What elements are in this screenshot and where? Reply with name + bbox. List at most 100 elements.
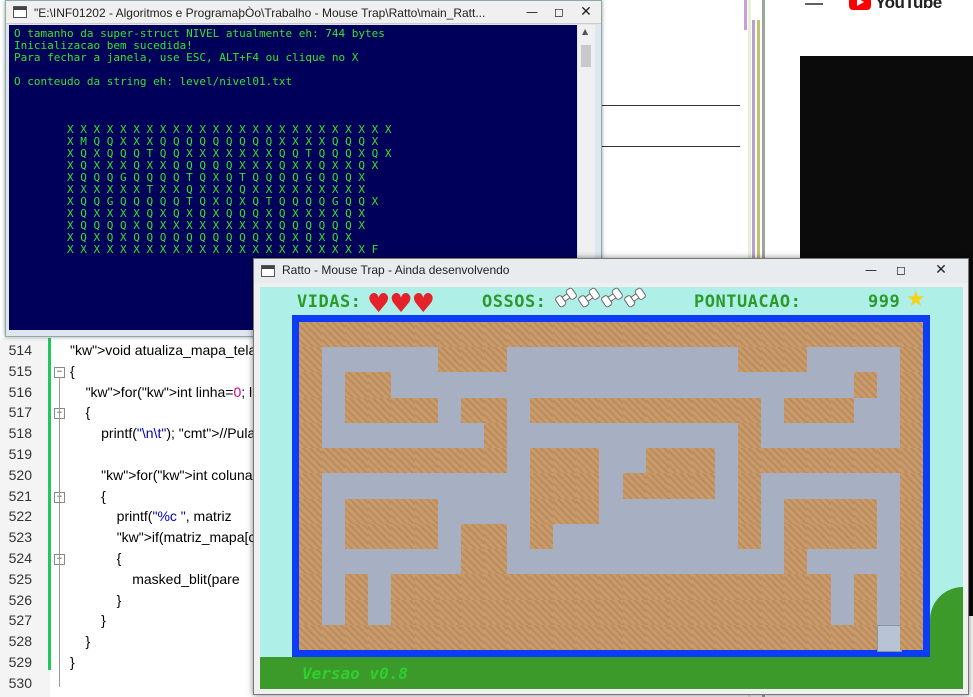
code-line[interactable]: printf("%c ", matriz [70, 508, 232, 524]
maximize-button[interactable]: ◻ [546, 4, 572, 20]
youtube-logo-icon[interactable] [849, 0, 871, 10]
maze-path [691, 523, 716, 550]
code-line[interactable]: } [70, 654, 75, 670]
maze-wall [483, 422, 508, 449]
maze-wall [437, 624, 462, 651]
maze-wall [414, 498, 439, 525]
minimize-button[interactable]: — [519, 4, 545, 20]
maze-path [322, 397, 346, 424]
maze-path [322, 422, 346, 449]
maze-path [876, 574, 901, 601]
scroll-thumb[interactable] [581, 45, 591, 67]
decor-stripe [752, 20, 755, 260]
maze-wall [899, 448, 924, 474]
maze-wall [437, 599, 462, 626]
maze-wall [622, 397, 647, 424]
maze-path [507, 523, 531, 550]
maze-wall [668, 624, 693, 651]
maze-wall [345, 372, 369, 399]
maze-wall [553, 322, 577, 348]
maze-wall [299, 422, 323, 449]
maze-path [876, 549, 901, 575]
maze-wall [391, 599, 416, 626]
code-line[interactable]: "kw">if(matriz_mapa[colu [70, 529, 274, 545]
line-number: 515 [8, 362, 32, 379]
close-button[interactable]: ✕ [573, 4, 599, 20]
maze-wall [830, 322, 855, 348]
maze-wall [668, 397, 693, 424]
maze-path [807, 422, 832, 449]
code-line[interactable]: } [70, 612, 106, 628]
maze-wall [738, 347, 762, 373]
maze-wall [738, 397, 762, 424]
maze-wall [668, 599, 693, 626]
maze-wall [345, 599, 369, 626]
maze-path [807, 347, 832, 373]
play-icon [857, 0, 864, 6]
maze-wall [761, 574, 785, 601]
maze-wall [322, 624, 346, 651]
maze-path [553, 347, 577, 373]
maze-wall [391, 498, 416, 525]
maze-wall [483, 523, 508, 550]
maze-wall [761, 624, 785, 651]
maze-path [715, 347, 739, 373]
maze-wall [530, 624, 554, 651]
close-button[interactable]: ✕ [924, 262, 958, 278]
maze-path [691, 372, 716, 399]
maze-path [391, 372, 416, 399]
maze-path [668, 523, 693, 550]
decor-stripe [744, 0, 747, 30]
maze-path [622, 498, 647, 525]
minimize-button[interactable]: — [858, 262, 884, 278]
maze-path [553, 372, 577, 399]
maze-wall [460, 448, 485, 474]
maze-board[interactable] [299, 322, 924, 653]
maze-wall [368, 448, 392, 474]
maze-path [414, 473, 439, 500]
maze-wall [599, 322, 624, 348]
maze-path [460, 422, 485, 449]
score-value: 999 [868, 292, 901, 312]
maze-wall [876, 448, 901, 474]
code-line[interactable]: } [70, 633, 91, 649]
maze-wall [576, 448, 600, 474]
maze-wall [437, 574, 462, 601]
code-line[interactable]: masked_blit(pare [70, 571, 239, 587]
maze-path [483, 473, 508, 500]
code-line[interactable]: { [70, 363, 75, 379]
maze-path [761, 473, 785, 500]
maze-path [460, 473, 485, 500]
code-line[interactable]: "kw">void atualiza_mapa_tela(B [70, 342, 270, 358]
maze-path [507, 498, 531, 525]
bones-label: OSSOS: [482, 292, 547, 312]
maze-wall [483, 347, 508, 373]
maze-wall [899, 599, 924, 626]
code-line[interactable]: printf("\n\t"); "cmt">//Pula [70, 425, 255, 441]
maze-path [645, 422, 670, 449]
code-line[interactable]: { [70, 404, 91, 420]
maze-wall [622, 599, 647, 626]
maze-path [437, 549, 462, 575]
maze-wall [368, 624, 392, 651]
maze-wall [483, 599, 508, 626]
maze-path [876, 473, 901, 500]
scroll-up-icon[interactable]: ▲ [582, 27, 588, 36]
game-window[interactable]: Ratto - Mouse Trap - Ainda desenvolvendo… [253, 258, 969, 695]
code-line[interactable]: { [70, 488, 106, 504]
maze-wall [483, 574, 508, 601]
maze-wall [691, 322, 716, 348]
code-line[interactable]: } [70, 592, 122, 608]
code-line[interactable]: { [70, 550, 122, 566]
maze-wall [853, 322, 878, 348]
console-title-bar[interactable]: "E:\INF01202 - Algoritmos e ProgramaþÒo\… [6, 1, 601, 24]
maze-path [599, 372, 624, 399]
maze-path [368, 549, 392, 575]
game-title-bar[interactable]: Ratto - Mouse Trap - Ainda desenvolvendo… [254, 259, 968, 283]
maze-path [691, 347, 716, 373]
maze-wall [530, 448, 554, 474]
maximize-button[interactable]: ◻ [888, 262, 914, 278]
maze-wall [299, 347, 323, 373]
game-canvas[interactable]: VIDAS: ♥♥♥ OSSOS: PONTUACAO: 999 ★ Versa… [260, 287, 963, 689]
score-label: PONTUACAO: [694, 292, 802, 312]
